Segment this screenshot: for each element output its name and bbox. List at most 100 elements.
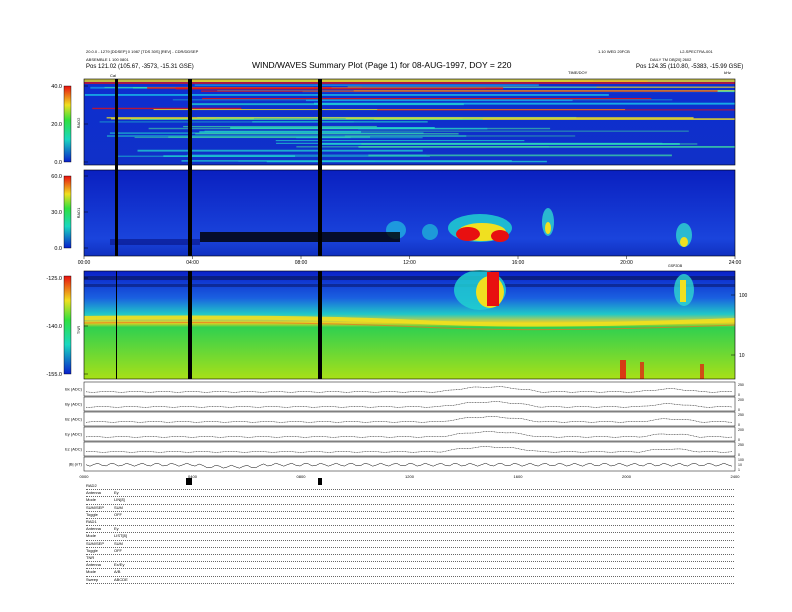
panel-trace xyxy=(85,462,733,469)
rad1-panel xyxy=(83,169,736,257)
y-tick-label: -125.0 xyxy=(46,276,62,282)
panel-frame xyxy=(83,426,736,442)
x-tick-label: 2400 xyxy=(731,474,741,479)
rad2-streak xyxy=(137,149,423,152)
panel-label: Ez (ADC) xyxy=(65,447,83,452)
y-axis-label: TNR xyxy=(76,326,81,334)
y-tick-label: 0.0 xyxy=(54,160,62,166)
rad2-streak xyxy=(361,143,698,145)
rad2-streak xyxy=(305,99,573,102)
x-tick-label: 24:00 xyxy=(729,260,742,266)
tnr-colorbar xyxy=(63,275,72,375)
mode-label: RAD1 xyxy=(86,519,97,525)
y-tick-label: 0.0 xyxy=(54,246,62,252)
mode-value: A/B xyxy=(114,569,121,575)
rad2-streak xyxy=(148,127,551,130)
y-tick-label: 60.0 xyxy=(51,174,62,180)
line-panel-bx: Bx (ADC) 250 0 xyxy=(65,381,744,397)
x-tick-label: 12:00 xyxy=(403,260,416,266)
right-tick-label: 10 xyxy=(738,463,742,467)
colorbars xyxy=(63,85,72,375)
mode-row: Antenna Ey xyxy=(86,490,734,498)
right-tick-label: 100 xyxy=(738,458,744,462)
rad2-streak xyxy=(201,90,718,92)
mode-row: Antenna Ey xyxy=(86,526,734,534)
rad2-streak xyxy=(296,137,423,139)
right-tick-label: 250 xyxy=(738,443,744,447)
rad2-streak xyxy=(189,103,464,106)
rad2-streak xyxy=(106,116,694,119)
right-axis-label: GSP2DB xyxy=(668,264,683,268)
mode-row: Mode LIST[8] xyxy=(86,533,734,541)
line-panels: Bx (ADC)2500By (ADC)2000Bz (ADC)2500Ey (… xyxy=(65,381,744,485)
y-tick-label: 30.0 xyxy=(51,210,62,216)
mode-label: TNR xyxy=(86,555,95,561)
mode-row: SUM/SEP SUM xyxy=(86,541,734,548)
right-tick-label: 0 xyxy=(738,453,740,457)
rad2-streak xyxy=(187,154,427,156)
rad2-streak xyxy=(202,98,652,100)
mode-value: OFF xyxy=(114,547,122,553)
y-tick-label: -155.0 xyxy=(46,372,62,378)
rad2-streak xyxy=(296,146,549,148)
line-panel-bbb: |B| (nT)1001010000 0400 0800 1200 1600 2000 24… xyxy=(69,456,744,479)
panel-trace xyxy=(85,446,733,453)
mode-value: Ex/Ey xyxy=(114,562,125,568)
mode-row: RAD2 xyxy=(86,483,734,491)
x-tick-label: 0800 xyxy=(297,474,307,479)
mode-row: Mode LIN[8] xyxy=(86,497,734,505)
line-panel-bz: Bz (ADC)2500 xyxy=(65,411,744,427)
mode-row: Sweep ABCDE xyxy=(86,577,734,584)
panel-label: |B| (nT) xyxy=(69,462,83,467)
mode-value: Ey xyxy=(114,526,119,532)
right-tick-label: 10 xyxy=(739,353,745,359)
mode-value: LIN[8] xyxy=(114,497,125,503)
right-tick-label: 100 xyxy=(739,293,748,299)
right-tick-label: 0 xyxy=(738,393,740,397)
mode-label: Sweep xyxy=(86,576,99,582)
rad2-streak xyxy=(84,94,609,96)
x-tick-label: 0000 xyxy=(80,474,90,479)
rad2-streak xyxy=(183,125,377,128)
mode-label: Antenna xyxy=(86,526,101,532)
rad2-streak xyxy=(199,131,362,133)
panel-label: Bx (ADC) xyxy=(65,387,83,392)
panel-trace xyxy=(85,416,733,423)
x-tick-label: 1600 xyxy=(514,474,524,479)
x-tick-label: 04:00 xyxy=(186,260,199,266)
mode-label: Antenna xyxy=(86,562,101,568)
mode-row: Toggle OFF xyxy=(86,547,734,556)
y-tick-label: 40.0 xyxy=(51,84,62,90)
right-tick-label: 1 xyxy=(738,468,740,472)
right-tick-label: 250 xyxy=(738,413,744,417)
y-tick-label: -140.0 xyxy=(46,324,62,330)
right-tick-label: 0 xyxy=(738,438,740,442)
line-panel-by: By (ADC)2000 xyxy=(65,396,744,412)
mode-label: RAD2 xyxy=(86,483,97,488)
mode-label: Mode xyxy=(86,533,97,539)
line-panel-ey: Ey (ADC)2000 xyxy=(65,426,744,442)
right-tick-label: 250 xyxy=(738,383,744,387)
mode-row: SUM/SEP SUM xyxy=(86,505,734,512)
mode-label: Antenna xyxy=(86,490,101,496)
rad2-streak xyxy=(175,87,504,90)
mode-value: SUM xyxy=(114,504,123,510)
mode-label: SUM/SEP xyxy=(86,504,105,510)
right-tick-label: 0 xyxy=(738,408,740,412)
rad2-colorbar xyxy=(63,85,72,163)
mode-row: TNR xyxy=(86,555,734,563)
panel-frame xyxy=(83,441,736,457)
mode-value: SUM xyxy=(114,540,123,546)
y-tick-label: 20.0 xyxy=(51,122,62,128)
panel-trace xyxy=(85,401,733,408)
rad2-streak xyxy=(358,127,488,130)
x-tick-label: 08:00 xyxy=(295,260,308,266)
x-tick-label: 20:00 xyxy=(620,260,633,266)
rad2-top-band xyxy=(84,79,735,82)
x-tick-label: 1200 xyxy=(405,474,415,479)
rad2-streak xyxy=(266,160,547,163)
mode-table: RAD2 Antenna Ey Mode LIN[8] SUM/SEP SUM Toggle O… xyxy=(86,483,734,584)
panel-trace xyxy=(85,386,733,393)
panel-frame xyxy=(83,381,736,397)
x-tick-label: 16:00 xyxy=(512,260,525,266)
